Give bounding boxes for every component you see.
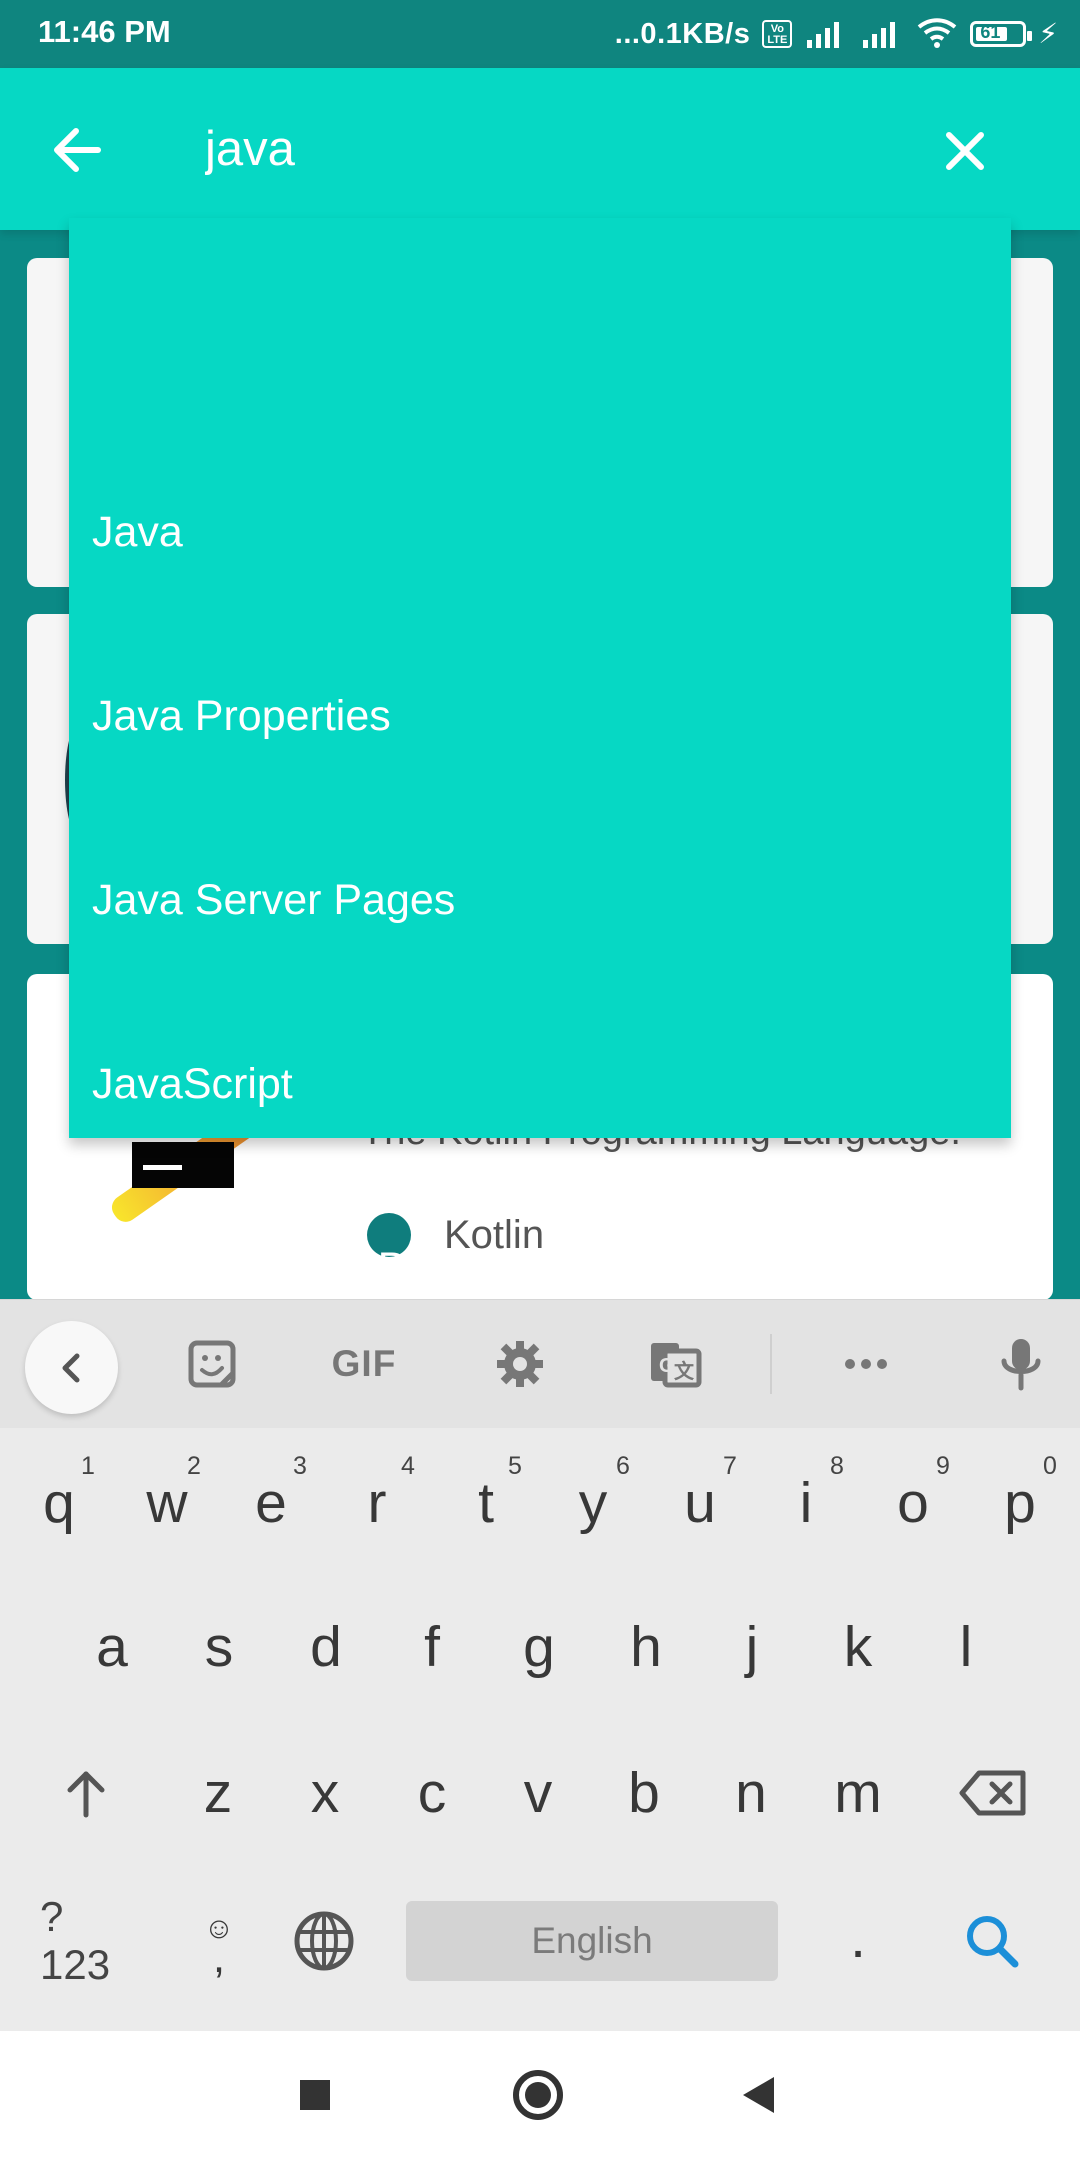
digit-hint-1: 1 (81, 1452, 95, 1480)
digit-hint-4: 4 (401, 1452, 415, 1480)
key-m[interactable]: m (812, 1747, 904, 1839)
wifi-icon (916, 17, 958, 51)
app-screen: 11:46 PM ...0.1KB/s Vo LTE 61 ⚡ java Kot… (0, 0, 1080, 2160)
battery-level: 61 (980, 22, 1001, 42)
suggestion-java-properties[interactable]: Java Properties (92, 680, 391, 752)
repository-language: Kotlin (444, 1213, 545, 1257)
gif-label: GIF (331, 1343, 397, 1384)
status-icons: ...0.1KB/s Vo LTE 61 ⚡ (615, 12, 1058, 56)
digit-hint-5: 5 (508, 1452, 522, 1480)
gif-button[interactable]: GIF (318, 1318, 410, 1410)
key-d[interactable]: d (280, 1601, 372, 1693)
svg-text:文: 文 (674, 1359, 695, 1383)
kotlin-logo-dash (143, 1165, 182, 1170)
translate-icon[interactable]: G 文 (630, 1318, 722, 1410)
period-key[interactable]: . (812, 1892, 904, 1984)
home-circle-icon[interactable] (500, 2057, 576, 2133)
symbols-key[interactable]: ?123 (40, 1893, 132, 1988)
key-g[interactable]: g (493, 1601, 585, 1693)
gear-icon[interactable] (474, 1318, 566, 1410)
key-h[interactable]: h (600, 1601, 692, 1693)
globe-icon[interactable] (278, 1895, 370, 1987)
digit-hint-8: 8 (830, 1452, 844, 1480)
back-triangle-icon[interactable] (722, 2057, 798, 2133)
digit-hint-2: 2 (187, 1452, 201, 1480)
key-l[interactable]: l (920, 1601, 1012, 1693)
key-z[interactable]: z (172, 1747, 264, 1839)
battery-tip (1027, 31, 1033, 41)
key-x[interactable]: x (279, 1747, 371, 1839)
key-c[interactable]: c (386, 1747, 478, 1839)
soft-keyboard: GIF G 文 q 1 w 2 e 3 r 4 t 5 y 6 u 7 i 8 … (0, 1299, 1080, 2031)
digit-hint-3: 3 (293, 1452, 307, 1480)
charging-bolt-icon: ⚡ (1038, 18, 1058, 49)
key-s[interactable]: s (173, 1601, 265, 1693)
close-icon[interactable] (937, 123, 993, 179)
comma-label: , (212, 1933, 226, 1982)
emoji-comma-key[interactable]: ☺ , (173, 1895, 265, 1987)
digit-hint-6: 6 (616, 1452, 630, 1480)
battery-icon: 61 (970, 21, 1033, 47)
search-input[interactable] (205, 113, 855, 185)
key-k[interactable]: k (812, 1601, 904, 1693)
chevron-left-icon[interactable] (25, 1321, 118, 1414)
recent-apps-square-icon[interactable] (277, 2057, 353, 2133)
arrow-back-icon[interactable] (48, 121, 106, 179)
backspace-icon[interactable] (948, 1747, 1040, 1839)
suggestion-java-server-pages[interactable]: Java Server Pages (92, 864, 455, 936)
search-suggestions-dropdown: Java Java Properties Java Server Pages J… (69, 218, 1011, 1292)
search-icon[interactable] (946, 1895, 1038, 1987)
svg-text:G: G (659, 1355, 675, 1377)
digit-hint-9: 9 (936, 1452, 950, 1480)
suggestion-javascript-erb[interactable]: JavaScript+ERB (92, 1232, 406, 1304)
shift-arrow-icon[interactable] (40, 1747, 132, 1839)
network-speed: ...0.1KB/s (614, 17, 751, 50)
signal-icon-2 (860, 18, 904, 50)
signal-icon (804, 18, 848, 50)
search-toolbar (0, 68, 1080, 230)
volte-icon: Vo LTE (762, 20, 793, 48)
key-b[interactable]: b (598, 1747, 690, 1839)
key-n[interactable]: n (705, 1747, 797, 1839)
digit-hint-7: 7 (723, 1452, 737, 1480)
key-j[interactable]: j (706, 1601, 798, 1693)
status-bar: 11:46 PM ...0.1KB/s Vo LTE 61 ⚡ (0, 0, 1080, 68)
system-navigation-bar (0, 2031, 1080, 2160)
key-v[interactable]: v (492, 1747, 584, 1839)
suggestion-javascript[interactable]: JavaScript (92, 1048, 293, 1120)
keyboard-toolbar-divider (770, 1334, 772, 1394)
space-bar[interactable]: English (406, 1901, 778, 1981)
keyboard-toolbar: GIF G 文 (0, 1300, 1080, 1428)
key-a[interactable]: a (66, 1601, 158, 1693)
microphone-icon[interactable] (975, 1318, 1067, 1410)
more-horizontal-icon[interactable] (820, 1318, 912, 1410)
status-time: 11:46 PM (38, 14, 171, 49)
sticker-icon[interactable] (166, 1318, 258, 1410)
digit-hint-0: 0 (1043, 1452, 1057, 1480)
key-f[interactable]: f (386, 1601, 478, 1693)
suggestion-java[interactable]: Java (92, 496, 183, 568)
